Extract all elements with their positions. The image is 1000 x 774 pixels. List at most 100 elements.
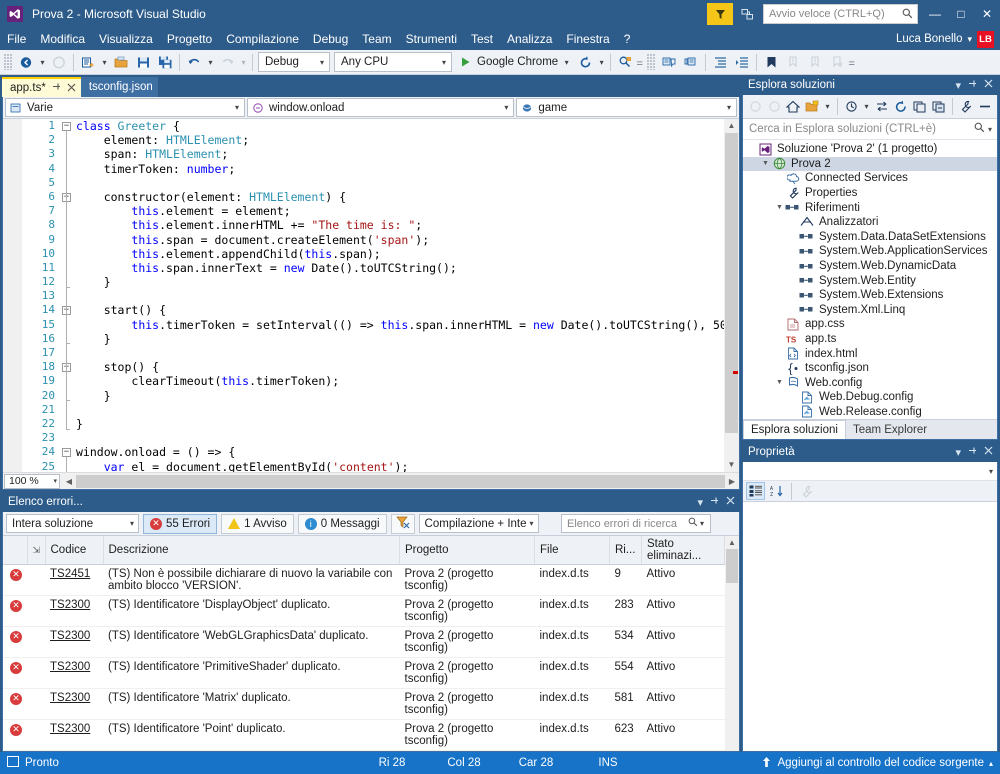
col-severity[interactable] (3, 536, 28, 565)
solution-configuration-combo[interactable]: Debug ▾ (258, 52, 330, 72)
solution-explorer-header[interactable]: Esplora soluzioni ▾ (742, 75, 998, 95)
error-code-cell[interactable]: TS2300 (45, 719, 103, 751)
pending-changes-icon[interactable] (842, 97, 860, 116)
expander-icon[interactable]: ▼ (774, 204, 785, 211)
next-bookmark-icon[interactable] (804, 51, 826, 73)
code-line[interactable]: start() { (76, 303, 739, 317)
table-row[interactable]: ✕ TS2451 (TS) Non è possibile dichiarare d… (3, 564, 739, 596)
code-surface[interactable]: 1 2 3 4 5 6 7 8 9 10 11 12 13 14 15 16 17 18 19 20 21 22 23 24 2… (3, 119, 739, 472)
code-line[interactable]: this.element.appendChild(this.span); (76, 247, 739, 261)
toolbar-overflow-icon[interactable]: = (636, 54, 643, 70)
tree-node[interactable]: System.Web.Entity (743, 273, 997, 288)
chevron-up-icon[interactable]: ▴ (989, 759, 993, 768)
comment-selection-icon[interactable] (658, 51, 680, 73)
undo-icon[interactable] (183, 51, 205, 73)
outlining-margin[interactable]: − − − − − (60, 119, 74, 472)
code-line[interactable]: this.span = document.createElement('span… (76, 233, 739, 247)
show-all-files-icon[interactable] (911, 97, 929, 116)
navigate-backward-dropdown[interactable]: ▾ (37, 58, 48, 67)
code-line[interactable]: } (76, 389, 739, 403)
redo-icon[interactable] (216, 51, 238, 73)
menu-test[interactable]: Test (464, 30, 500, 48)
tree-node[interactable]: Analizzatori (743, 215, 997, 230)
menu-strumenti[interactable]: Strumenti (399, 30, 464, 48)
code-line[interactable]: } (76, 275, 739, 289)
feedback-funnel-icon[interactable] (707, 3, 733, 25)
col-stato[interactable]: Stato eliminazi... (641, 536, 725, 565)
tab-tsconfig-json[interactable]: tsconfig.json (80, 77, 158, 97)
error-code-cell[interactable]: TS2300 (45, 657, 103, 689)
tree-node[interactable]: app.css (743, 317, 997, 332)
code-line[interactable]: span: HTMLElement; (76, 147, 739, 161)
properties-icon[interactable] (957, 97, 975, 116)
pin-icon[interactable] (52, 82, 61, 94)
error-code-cell[interactable]: TS2300 (45, 595, 103, 627)
messages-filter-chip[interactable]: i 0 Messaggi (297, 513, 387, 534)
code-line[interactable]: this.element = element; (76, 204, 739, 218)
decrease-indent-icon[interactable] (709, 51, 731, 73)
code-line[interactable]: this.span.innerText = new Date().toUTCSt… (76, 261, 739, 275)
property-pages-icon[interactable] (797, 482, 816, 500)
code-line[interactable]: this.element.innerHTML += "The time is: … (76, 218, 739, 232)
col-sort-indicator[interactable]: ⇲ (27, 536, 46, 565)
code-line[interactable] (76, 431, 739, 445)
editor-vertical-scrollbar[interactable]: ▲ ▼ (724, 119, 739, 472)
alphabetical-sort-icon[interactable]: A Z (767, 482, 786, 500)
clear-filter-button[interactable] (390, 513, 415, 534)
previous-bookmark-icon[interactable] (782, 51, 804, 73)
table-row[interactable]: ✕ TS2300 (TS) Identificatore 'WebGLGraphic… (3, 626, 739, 658)
close-icon[interactable] (984, 79, 993, 91)
close-button[interactable]: ✕ (974, 0, 1000, 28)
tree-node[interactable]: Web.Debug.config (743, 390, 997, 405)
error-code-cell[interactable]: TS2300 (45, 626, 103, 658)
tree-node[interactable]: ▼ Web.config (743, 376, 997, 391)
code-line[interactable]: constructor(element: HTMLElement) { (76, 190, 739, 204)
navbar-member-combo[interactable]: window.onload ▾ (247, 98, 515, 117)
properties-header[interactable]: Proprietà ▾ (742, 442, 998, 462)
undo-dropdown[interactable]: ▾ (205, 58, 216, 67)
outline-collapse-class[interactable]: − (62, 121, 71, 131)
tab-esplora-soluzioni[interactable]: Esplora soluzioni (743, 420, 846, 440)
col-progetto[interactable]: Progetto (399, 536, 535, 565)
bookmark-icon[interactable] (760, 51, 782, 73)
menu-file[interactable]: File (0, 30, 33, 48)
code-line[interactable]: stop() { (76, 360, 739, 374)
home-icon[interactable] (784, 97, 802, 116)
expander-icon[interactable]: ▼ (760, 160, 771, 167)
scroll-up-arrow[interactable]: ▲ (724, 119, 739, 133)
tree-node[interactable]: Soluzione 'Prova 2' (1 progetto) (743, 142, 997, 157)
col-file[interactable]: File (534, 536, 610, 565)
menu-progetto[interactable]: Progetto (160, 30, 219, 48)
pending-caret-icon[interactable]: ▾ (861, 102, 872, 111)
code-line[interactable] (76, 403, 739, 417)
error-code-cell[interactable]: TS2451 (45, 564, 103, 596)
user-name[interactable]: Luca Bonello (896, 33, 963, 45)
back-icon[interactable] (746, 97, 764, 116)
maximize-button[interactable]: □ (948, 0, 974, 28)
code-line[interactable]: timerToken: number; (76, 162, 739, 176)
code-line[interactable]: var el = document.getElementById('conten… (76, 460, 739, 473)
scroll-up-arrow[interactable]: ▲ (725, 536, 739, 549)
errors-filter-chip[interactable]: ✕ 55 Errori (143, 513, 218, 534)
scroll-thumb[interactable] (726, 549, 738, 583)
properties-object-combo[interactable]: ▾ (743, 462, 997, 482)
code-line[interactable]: class Greeter { (76, 119, 739, 133)
tree-node[interactable]: TS app.ts (743, 332, 997, 347)
navigate-forward-icon[interactable] (48, 51, 70, 73)
editor-horizontal-scrollbar[interactable]: ◀ ▶ (62, 473, 739, 489)
refresh-icon[interactable] (892, 97, 910, 116)
menu-compilazione[interactable]: Compilazione (219, 30, 306, 48)
tree-node[interactable]: ▼ Prova 2 (743, 156, 997, 172)
col-codice[interactable]: Codice (45, 536, 104, 565)
code-line[interactable] (76, 289, 739, 303)
forward-icon[interactable] (765, 97, 783, 116)
code-line[interactable] (76, 346, 739, 360)
navbar-scope-combo[interactable]: Varie ▾ (5, 98, 245, 117)
collapse-all-icon[interactable] (930, 97, 948, 116)
pin-icon[interactable] (710, 496, 719, 508)
expander-icon[interactable]: ▼ (774, 379, 785, 386)
toolbar-overflow-icon[interactable]: = (848, 54, 855, 70)
scroll-right-arrow[interactable]: ▶ (725, 477, 739, 486)
close-icon[interactable] (726, 496, 735, 508)
sync-with-active-document-icon[interactable] (873, 97, 891, 116)
